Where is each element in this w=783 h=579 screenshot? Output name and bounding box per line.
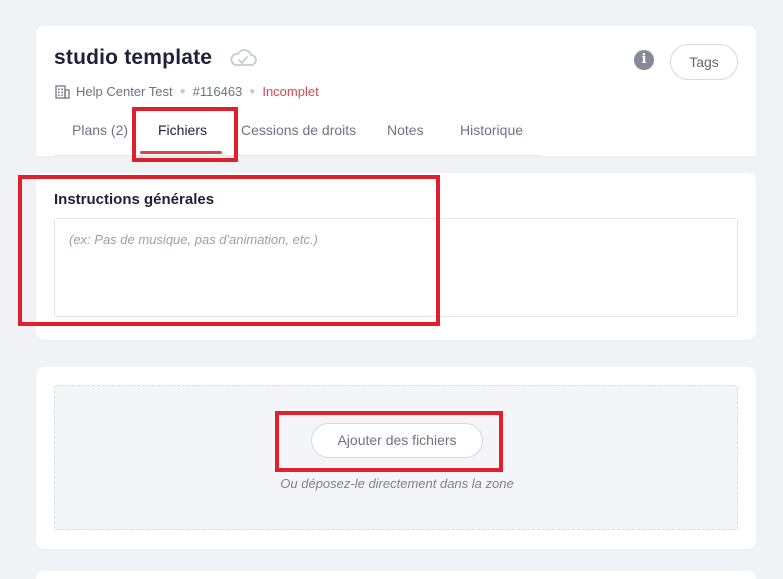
cloud-icon: [228, 47, 258, 69]
tab-cessions-de-droits[interactable]: Cessions de droits: [241, 122, 356, 138]
building-icon: [55, 84, 70, 99]
separator-dot: ●: [249, 86, 256, 97]
upload-card: Ajouter des fichiers Ou déposez-le direc…: [36, 367, 756, 549]
next-card: [36, 571, 756, 579]
tags-button[interactable]: Tags: [670, 44, 738, 80]
add-files-button[interactable]: Ajouter des fichiers: [311, 423, 483, 458]
instructions-textarea[interactable]: [54, 218, 738, 317]
header-card: studio template Help Center Test ● #1164…: [36, 26, 756, 156]
active-tab-indicator: [140, 151, 222, 154]
meta-row: Help Center Test ● #116463 ● Incomplet: [55, 84, 319, 99]
info-icon[interactable]: i: [634, 50, 654, 70]
instructions-card: Instructions générales: [36, 173, 756, 340]
status-badge: Incomplet: [262, 84, 319, 99]
separator-dot: ●: [179, 86, 186, 97]
tab-historique[interactable]: Historique: [460, 122, 523, 138]
ticket-number: #116463: [192, 84, 243, 99]
tab-notes[interactable]: Notes: [387, 122, 424, 138]
title-row: studio template: [54, 46, 258, 70]
dropzone-hint: Ou déposez-le directement dans la zone: [280, 476, 514, 491]
file-dropzone[interactable]: Ajouter des fichiers Ou déposez-le direc…: [54, 385, 738, 530]
tab-bar: Plans (2) Fichiers Cessions de droits No…: [54, 112, 540, 156]
page-title: studio template: [54, 46, 213, 69]
instructions-title: Instructions générales: [54, 191, 215, 208]
tab-fichiers[interactable]: Fichiers: [158, 122, 207, 138]
tab-plans[interactable]: Plans (2): [72, 122, 128, 138]
project-name-link[interactable]: Help Center Test: [76, 84, 173, 99]
